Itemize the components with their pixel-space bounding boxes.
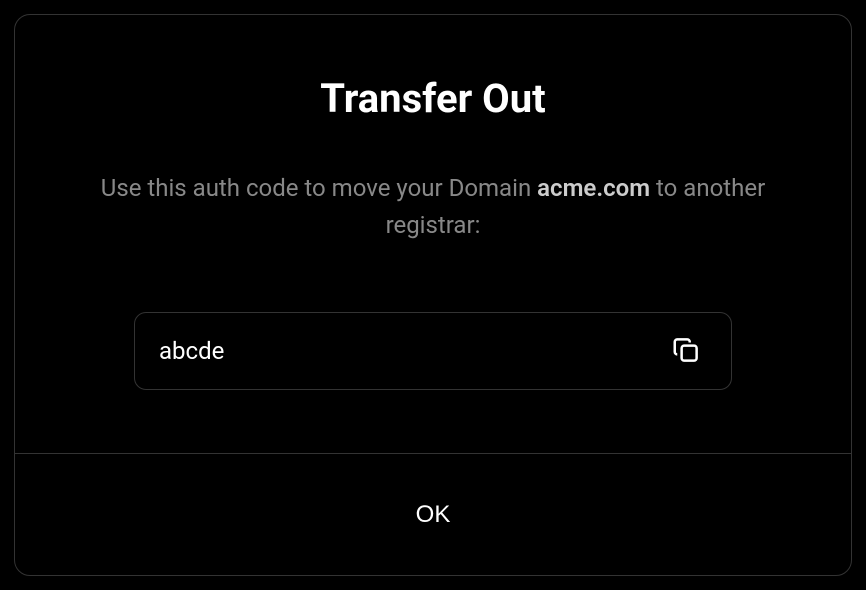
domain-name: acme.com	[537, 174, 650, 202]
modal-description: Use this auth code to move your Domain a…	[65, 170, 801, 244]
description-prefix: Use this auth code to move your Domain	[101, 174, 537, 202]
auth-code-value: abcde	[159, 337, 224, 365]
transfer-out-modal: Transfer Out Use this auth code to move …	[14, 14, 852, 576]
copy-icon	[671, 335, 701, 368]
modal-footer: OK	[15, 453, 851, 575]
auth-code-field: abcde	[134, 312, 732, 390]
copy-button[interactable]	[665, 329, 707, 374]
ok-button[interactable]: OK	[15, 454, 851, 575]
modal-content: Transfer Out Use this auth code to move …	[15, 15, 851, 453]
modal-title: Transfer Out	[320, 75, 545, 122]
